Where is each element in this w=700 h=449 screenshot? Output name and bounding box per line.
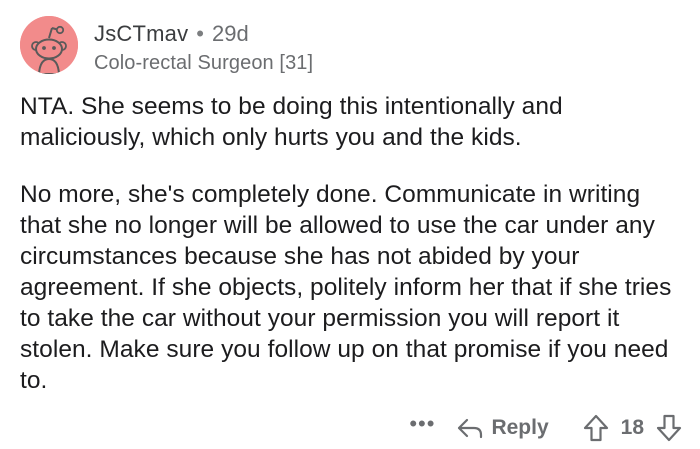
comment-body: NTA. She seems to be doing this intentio… — [20, 91, 680, 396]
comment-actions: ••• Reply 18 — [409, 411, 682, 445]
meta-separator: • — [196, 21, 204, 46]
comment: JsCTmav • 29d Colo-rectal Surgeon [31] N… — [0, 0, 700, 449]
upvote-arrow-icon — [583, 414, 608, 442]
author-username[interactable]: JsCTmav — [94, 20, 188, 48]
user-flair: Colo-rectal Surgeon [31] — [94, 52, 314, 74]
vote-controls: 18 — [583, 414, 682, 442]
comment-meta: JsCTmav • 29d Colo-rectal Surgeon [31] — [94, 20, 313, 76]
avatar[interactable] — [20, 16, 78, 74]
reply-label: Reply — [491, 416, 549, 439]
reply-button[interactable]: Reply — [457, 416, 549, 440]
reply-arrow-icon — [458, 418, 483, 439]
downvote-arrow-icon — [656, 414, 682, 442]
downvote-button[interactable] — [656, 414, 682, 442]
snoo-avatar-icon — [20, 16, 78, 74]
comment-paragraph: NTA. She seems to be doing this intentio… — [20, 93, 563, 151]
comment-age: 29d — [212, 21, 249, 46]
upvote-button[interactable] — [583, 414, 609, 442]
meta-line: JsCTmav • 29d — [94, 20, 313, 48]
more-options-button[interactable]: ••• — [409, 413, 435, 442]
comment-header: JsCTmav • 29d Colo-rectal Surgeon [31] — [20, 16, 313, 76]
vote-score: 18 — [620, 416, 644, 439]
comment-paragraph: No more, she's completely done. Communic… — [20, 181, 672, 394]
